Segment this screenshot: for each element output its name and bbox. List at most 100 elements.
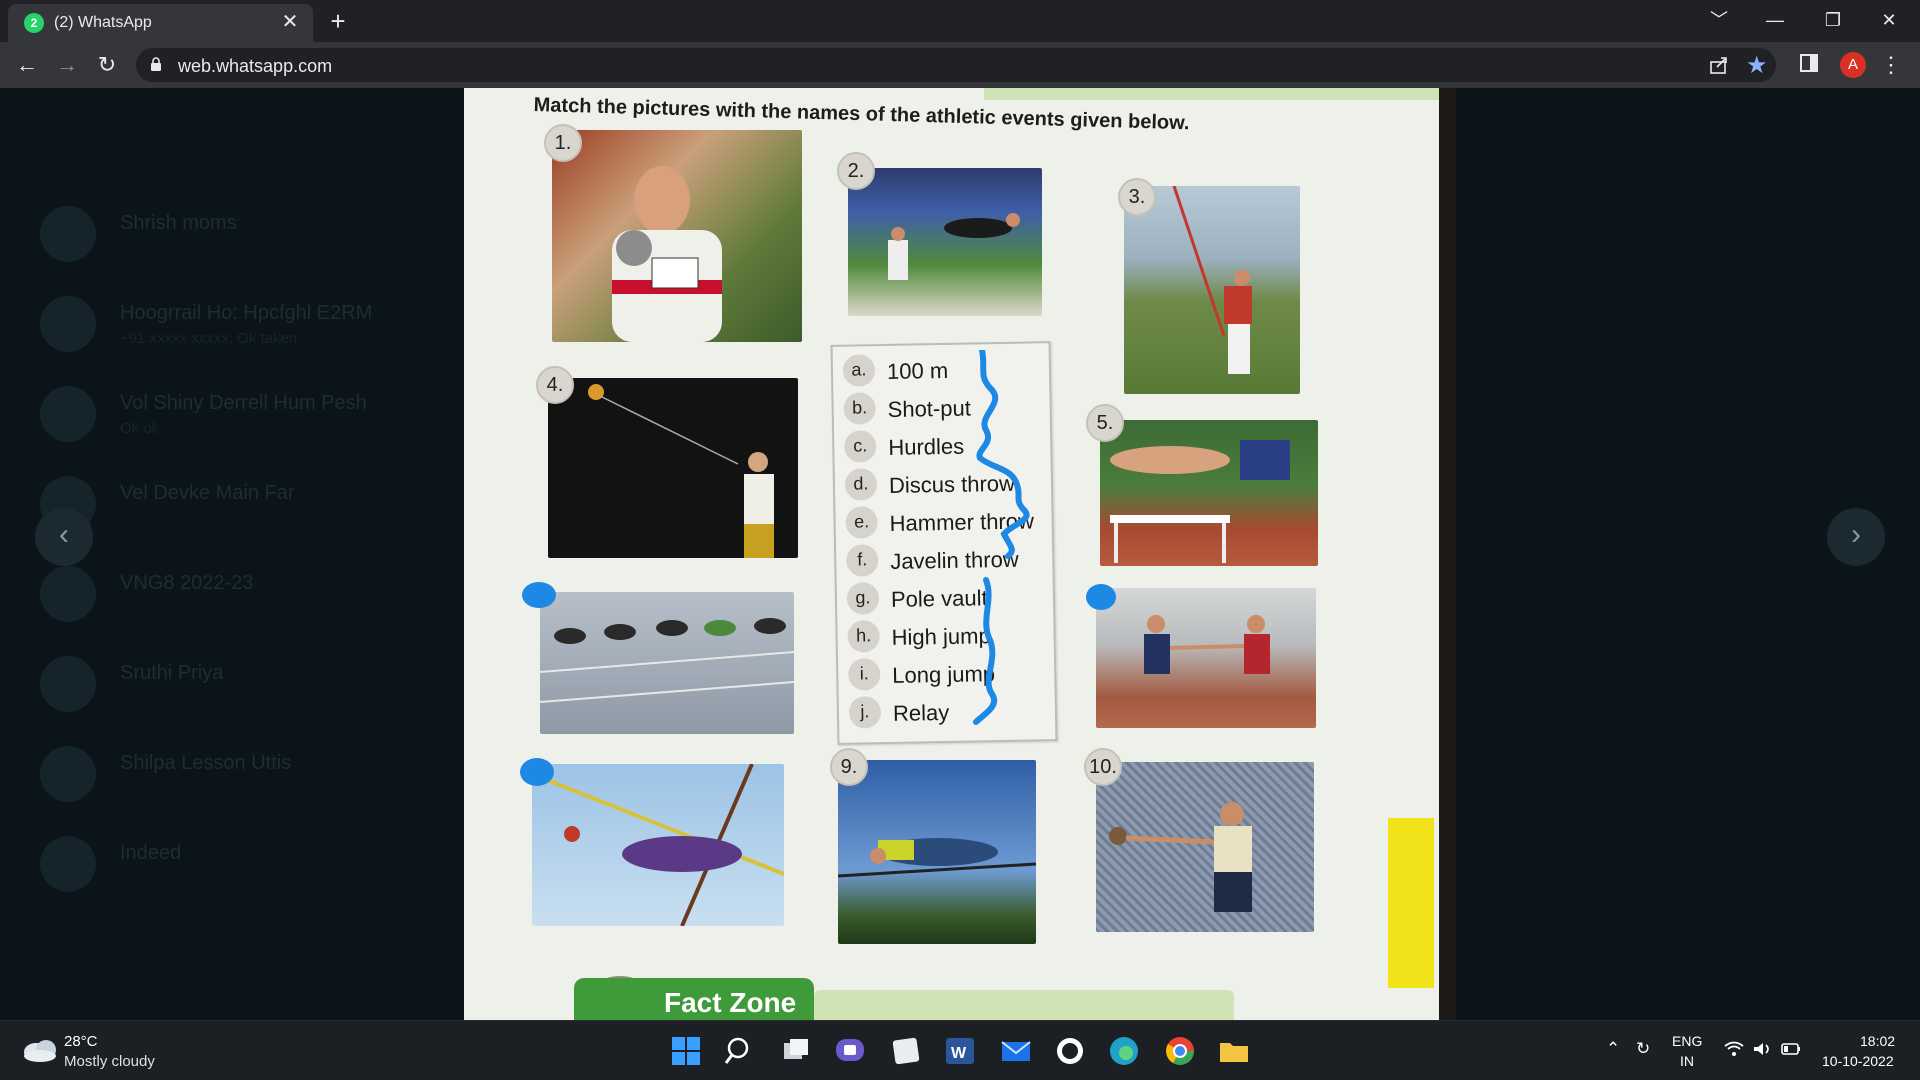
option-letter: d. [844,468,878,501]
chat-name: Hoogrrail Ho: Hpcfghl E2RM [120,302,373,324]
picture-number-3: 3. [1118,178,1156,216]
option-letter: h. [847,620,880,653]
option-letter: g. [846,582,880,615]
picture-number-2: 2. [837,152,875,190]
chat-preview: Ok ok [120,420,160,437]
yellow-sticky-note [1388,818,1434,988]
photo-javelin-throw [1124,186,1300,394]
file-explorer-icon[interactable] [1216,1033,1252,1069]
restore-button[interactable]: ❐ [1810,4,1856,36]
wifi-icon[interactable] [1724,1041,1744,1057]
sync-icon[interactable]: ↻ [1636,1039,1650,1059]
chat-list-item[interactable]: Shrish moms [40,198,420,268]
chat-list-item[interactable]: Sruthi Priya [40,648,420,718]
photo-shot-put [552,130,802,342]
chat-name: Sruthi Priya [120,662,224,684]
clock-time[interactable]: 18:02 [1860,1033,1895,1049]
edge-icon[interactable] [1106,1033,1142,1069]
svg-text:W: W [951,1045,967,1062]
picture-number-10: 10. [1084,748,1122,786]
share-icon[interactable] [1708,54,1730,76]
side-panel-icon[interactable] [1800,54,1818,72]
kebab-menu-icon[interactable]: ⋮ [1880,52,1902,78]
chat-list-item[interactable]: Shilpa Lesson Uttis [40,738,420,808]
option-name: 100 m [886,357,949,384]
previous-media-button[interactable]: ‹ [35,508,93,566]
close-tab-icon[interactable]: ✕ [278,10,302,34]
battery-icon[interactable] [1780,1041,1802,1057]
tab-search-icon[interactable]: ﹀ [1696,4,1742,36]
photo-discus-throw [1096,762,1314,932]
option-name: Shot-put [887,395,972,422]
tab-title: (2) WhatsApp [54,14,152,31]
notes-app-icon[interactable] [888,1033,924,1069]
show-hidden-icons-icon[interactable]: ⌃ [1606,1039,1620,1059]
avatar [40,566,96,622]
input-region[interactable]: IN [1680,1053,1694,1069]
chat-list-item[interactable]: Vol Shiny Derrell Hum Pesh Ok ok [40,378,420,448]
option-letter: a. [842,354,876,387]
ink-mark-number-6 [522,582,556,608]
athlete-illustration [612,166,722,342]
option-name: Relay [892,699,950,726]
url-text[interactable]: web.whatsapp.com [178,56,332,77]
forward-arrow-icon[interactable]: → [52,50,82,80]
athlete-illustration [1144,615,1270,674]
athlete-illustration [888,213,1020,280]
photo-relay [1096,588,1316,728]
chat-list-item[interactable]: Vel Devke Main Far [40,468,420,538]
bookmark-star-icon[interactable]: ★ [1746,51,1768,80]
back-arrow-icon[interactable]: ← [12,50,42,80]
cloud-weather-icon[interactable] [22,1035,58,1063]
mail-icon[interactable] [998,1033,1034,1069]
chat-list-item[interactable]: Indeed [40,828,420,898]
avatar [40,836,96,892]
avatar [40,746,96,802]
volume-icon[interactable] [1752,1041,1772,1057]
teams-chat-icon[interactable] [832,1033,868,1069]
photo-hammer-throw [548,378,798,558]
chat-name: VNG8 2022-23 [120,572,254,594]
word-icon[interactable]: W [942,1033,978,1069]
chat-list-item[interactable]: Hoogrrail Ho: Hpcfghl E2RM +91 xxxxx xxx… [40,288,420,358]
chat-name: Indeed [120,842,182,864]
clock-date[interactable]: 10-10-2022 [1822,1053,1894,1069]
whatsapp-web-page: Shrish moms Hoogrrail Ho: Hpcfghl E2RM +… [0,88,1920,1020]
avatar [40,656,96,712]
next-media-button[interactable]: › [1827,508,1885,566]
input-language[interactable]: ENG [1672,1033,1702,1049]
close-window-button[interactable]: ✕ [1866,4,1912,36]
avatar [40,206,96,262]
app-icon[interactable] [1052,1033,1088,1069]
browser-toolbar: ← → ↻ web.whatsapp.com ★ A ⋮ [0,42,1920,88]
chrome-icon[interactable] [1162,1033,1198,1069]
weather-temperature[interactable]: 28°C [64,1033,98,1050]
option-name: Hurdles [888,433,965,460]
weather-condition[interactable]: Mostly cloudy [64,1053,155,1070]
option-letter: c. [844,430,877,463]
athlete-illustration [588,384,774,558]
minimize-button[interactable]: — [1752,4,1798,36]
search-icon[interactable] [722,1033,758,1069]
option-letter: b. [843,392,876,425]
task-view-icon[interactable] [778,1033,814,1069]
profile-avatar[interactable]: A [1840,52,1866,78]
photo-long-jump [848,168,1042,316]
picture-number-5: 5. [1086,404,1124,442]
windows-start-icon[interactable] [668,1033,704,1069]
address-bar[interactable]: web.whatsapp.com ★ [136,48,1776,82]
chat-name: Shrish moms [120,212,237,234]
picture-number-9: 9. [830,748,868,786]
avatar [40,296,96,352]
tab-whatsapp[interactable]: 2 (2) WhatsApp ✕ [8,4,313,42]
chat-name: Vol Shiny Derrell Hum Pesh [120,392,367,414]
page-header-band [984,88,1439,100]
ink-mark-number-7 [1086,584,1116,610]
photo-high-jump [838,760,1036,944]
new-tab-button[interactable]: + [324,8,352,36]
whatsapp-icon: 2 [24,13,44,33]
reload-icon[interactable]: ↻ [92,50,122,80]
picture-number-4: 4. [536,366,574,404]
chat-list-item[interactable]: VNG8 2022-23 [40,558,420,628]
photo-100m-sprint [540,592,794,734]
